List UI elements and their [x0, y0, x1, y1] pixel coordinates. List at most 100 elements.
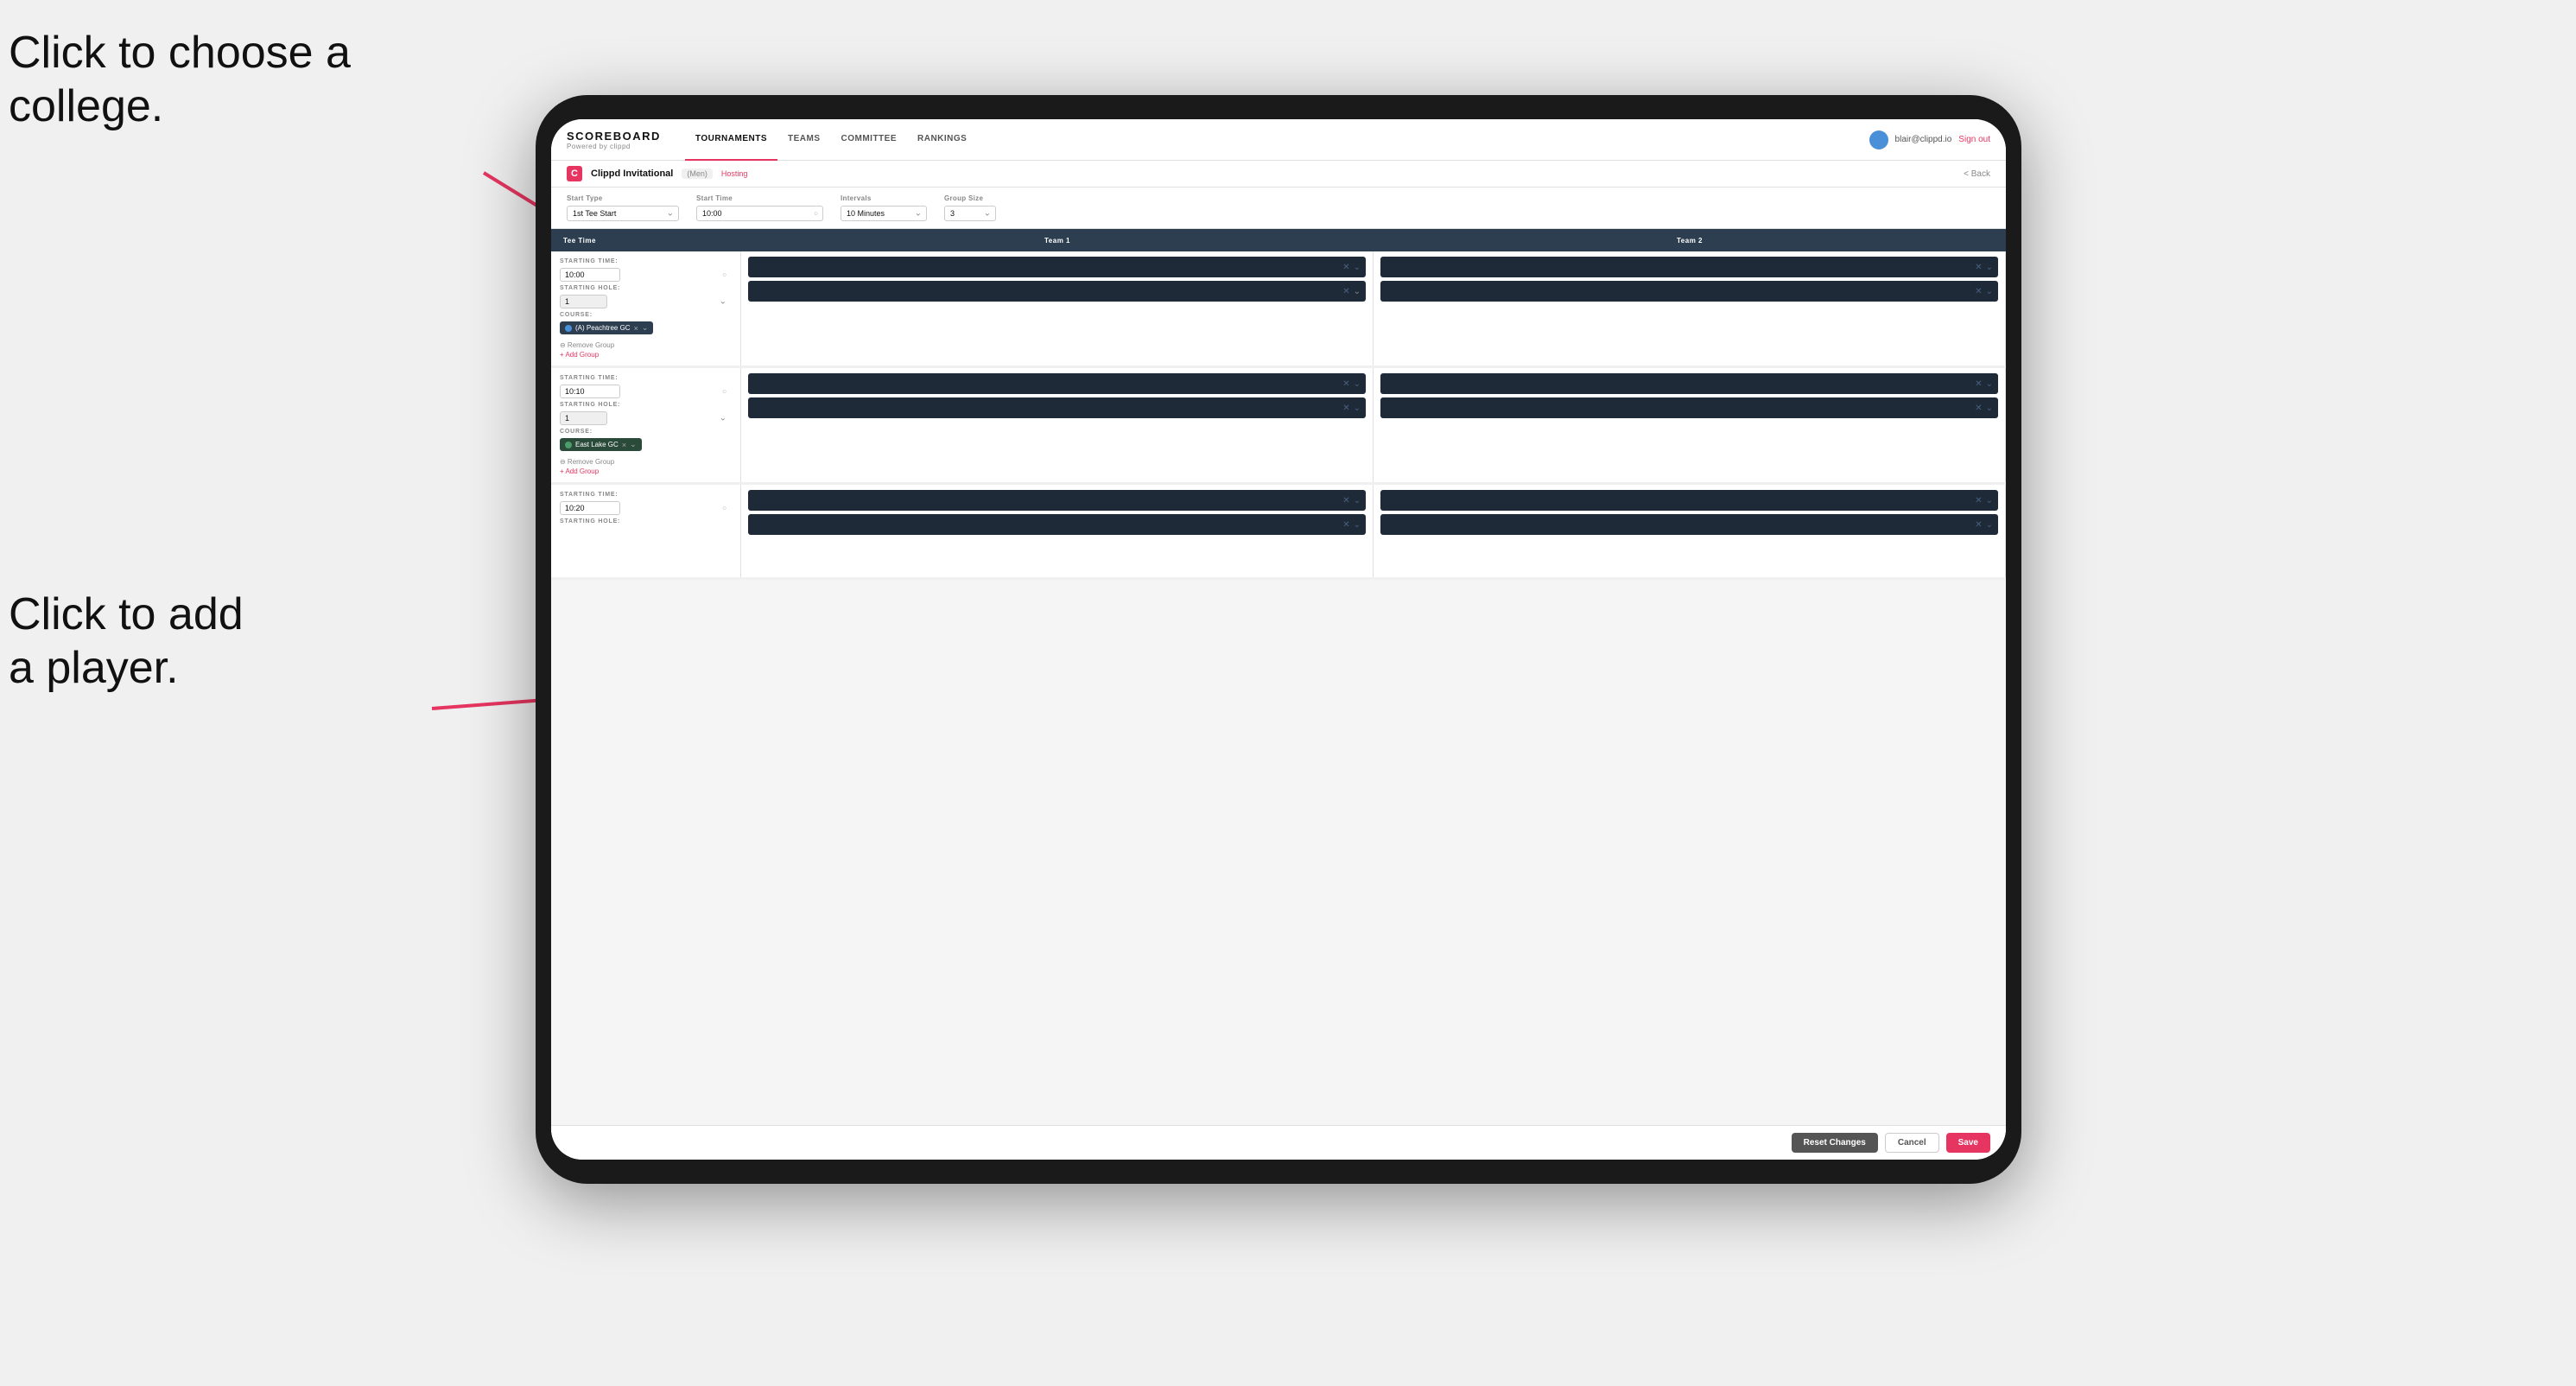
slot-expand-icon-4-1[interactable]: ⌄	[1986, 379, 1993, 389]
player-slot-3-1[interactable]: ✕ ⌄	[748, 373, 1366, 394]
tournament-badge: (Men)	[682, 168, 713, 179]
content-area: Start Type 1st Tee Start Start Time Inte…	[551, 188, 2006, 1160]
team2-col-1: ✕ ⌄ ✕ ⌄	[1374, 251, 2006, 366]
course-tag-2-row: East Lake GC × ⌄	[560, 438, 732, 451]
starting-time-input-3[interactable]	[560, 501, 620, 515]
start-time-input[interactable]	[696, 206, 823, 221]
sub-header: C Clippd Invitational (Men) Hosting < Ba…	[551, 161, 2006, 188]
logo-subtitle: Powered by clippd	[567, 143, 661, 150]
reset-button[interactable]: Reset Changes	[1792, 1133, 1878, 1153]
player-slot-5-1[interactable]: ✕ ⌄	[748, 490, 1366, 511]
player-slot-5-2[interactable]: ✕ ⌄	[748, 514, 1366, 535]
back-button[interactable]: < Back	[1964, 169, 1990, 179]
starting-time-input-1-wrapper	[560, 268, 732, 282]
player-slot-3-2[interactable]: ✕ ⌄	[748, 397, 1366, 418]
intervals-group: Intervals 10 Minutes	[841, 194, 927, 221]
start-type-select-wrapper: 1st Tee Start	[567, 205, 679, 221]
start-type-group: Start Type 1st Tee Start	[567, 194, 679, 221]
remove-group-2[interactable]: ⊖ Remove Group	[560, 458, 732, 466]
slot-x-icon-5-1[interactable]: ✕	[1342, 496, 1349, 505]
starting-hole-select-2-wrapper: 1	[560, 411, 732, 425]
start-time-input-wrapper	[696, 205, 823, 221]
slot-expand-icon-2-2[interactable]: ⌄	[1986, 287, 1993, 296]
slot-x-icon-4-1[interactable]: ✕	[1975, 379, 1982, 389]
slot-x-icon-2-2[interactable]: ✕	[1975, 287, 1982, 296]
logo-title: SCOREBOARD	[567, 130, 661, 143]
course-tag-2[interactable]: East Lake GC × ⌄	[560, 438, 642, 451]
player-slot-1-2[interactable]: ✕ ⌄	[748, 281, 1366, 302]
starting-time-input-2[interactable]	[560, 385, 620, 398]
footer: Reset Changes Cancel Save	[551, 1125, 2006, 1160]
col-team1: Team 1	[741, 237, 1374, 245]
slot-x-icon-6-1[interactable]: ✕	[1975, 496, 1982, 505]
slot-expand-icon-3-2[interactable]: ⌄	[1354, 404, 1361, 413]
team1-col-2: ✕ ⌄ ✕ ⌄	[741, 368, 1374, 482]
slot-expand-icon-5-1[interactable]: ⌄	[1354, 496, 1361, 505]
slot-x-icon-6-2[interactable]: ✕	[1975, 520, 1982, 530]
intervals-select[interactable]: 10 Minutes	[841, 206, 927, 221]
sign-out-link[interactable]: Sign out	[1958, 135, 1990, 144]
group-size-select-wrapper: 3	[944, 205, 996, 221]
course-expand-2[interactable]: ⌄	[630, 440, 637, 449]
add-group-1[interactable]: + Add Group	[560, 351, 732, 359]
slot-expand-icon-2-1[interactable]: ⌄	[1986, 263, 1993, 272]
slot-expand-icon-4-2[interactable]: ⌄	[1986, 404, 1993, 413]
slot-x-icon-4-2[interactable]: ✕	[1975, 404, 1982, 413]
start-type-select[interactable]: 1st Tee Start	[567, 206, 679, 221]
player-slot-6-2[interactable]: ✕ ⌄	[1380, 514, 1998, 535]
slot-x-icon-1-1[interactable]: ✕	[1342, 263, 1349, 272]
player-slot-2-2[interactable]: ✕ ⌄	[1380, 281, 1998, 302]
slot-x-icon-3-1[interactable]: ✕	[1342, 379, 1349, 389]
player-slot-4-1[interactable]: ✕ ⌄	[1380, 373, 1998, 394]
group-size-select[interactable]: 3	[944, 206, 996, 221]
nav-link-rankings[interactable]: RANKINGS	[907, 119, 977, 161]
nav-link-tournaments[interactable]: TOURNAMENTS	[685, 119, 777, 161]
intervals-select-wrapper: 10 Minutes	[841, 205, 927, 221]
player-slot-1-1[interactable]: ✕ ⌄	[748, 257, 1366, 277]
group-size-label: Group Size	[944, 194, 996, 202]
table-header: Tee Time Team 1 Team 2	[551, 229, 2006, 251]
tee-left-1: STARTING TIME: STARTING HOLE: 1 COURSE:	[551, 251, 741, 366]
slot-x-icon-2-1[interactable]: ✕	[1975, 263, 1982, 272]
col-tee-time: Tee Time	[551, 237, 741, 245]
tablet-frame: SCOREBOARD Powered by clippd TOURNAMENTS…	[536, 95, 2021, 1184]
slot-expand-icon-3-1[interactable]: ⌄	[1354, 379, 1361, 389]
team2-col-2: ✕ ⌄ ✕ ⌄	[1374, 368, 2006, 482]
save-button[interactable]: Save	[1946, 1133, 1990, 1153]
starting-hole-select-2[interactable]: 1	[560, 411, 607, 425]
team2-col-3: ✕ ⌄ ✕ ⌄	[1374, 485, 2006, 577]
add-group-2[interactable]: + Add Group	[560, 467, 732, 475]
user-avatar	[1869, 130, 1888, 149]
cancel-button[interactable]: Cancel	[1885, 1133, 1939, 1153]
slot-expand-icon-5-2[interactable]: ⌄	[1354, 520, 1361, 530]
course-name-2: East Lake GC	[575, 441, 619, 448]
slot-x-icon-5-2[interactable]: ✕	[1342, 520, 1349, 530]
starting-hole-select-1[interactable]: 1	[560, 295, 607, 308]
player-slot-6-1[interactable]: ✕ ⌄	[1380, 490, 1998, 511]
remove-group-1[interactable]: ⊖ Remove Group	[560, 341, 732, 349]
starting-time-label-1: STARTING TIME:	[560, 258, 732, 264]
form-row: Start Type 1st Tee Start Start Time Inte…	[551, 188, 2006, 229]
slot-expand-icon-6-1[interactable]: ⌄	[1986, 496, 1993, 505]
nav-link-teams[interactable]: TEAMS	[777, 119, 831, 161]
course-remove-2[interactable]: ×	[622, 441, 626, 449]
tee-row-3: STARTING TIME: STARTING HOLE: ✕ ⌄ ✕	[551, 485, 2006, 580]
player-slot-2-1[interactable]: ✕ ⌄	[1380, 257, 1998, 277]
nav-link-committee[interactable]: COMMITTEE	[831, 119, 908, 161]
team1-col-3: ✕ ⌄ ✕ ⌄	[741, 485, 1374, 577]
slot-expand-icon-1-1[interactable]: ⌄	[1354, 263, 1361, 272]
player-slot-4-2[interactable]: ✕ ⌄	[1380, 397, 1998, 418]
col-team2: Team 2	[1374, 237, 2006, 245]
starting-time-input-1[interactable]	[560, 268, 620, 282]
nav-bar: SCOREBOARD Powered by clippd TOURNAMENTS…	[551, 119, 2006, 161]
slot-expand-icon-6-2[interactable]: ⌄	[1986, 520, 1993, 530]
course-name-1: (A) Peachtree GC	[575, 324, 631, 332]
slot-x-icon-1-2[interactable]: ✕	[1342, 287, 1349, 296]
course-remove-1[interactable]: ×	[634, 324, 638, 333]
annotation-2: Click to add a player.	[9, 588, 244, 696]
course-tag-1[interactable]: (A) Peachtree GC × ⌄	[560, 321, 653, 334]
course-expand-1[interactable]: ⌄	[642, 323, 649, 333]
slot-add-icon-1-2[interactable]: ⌄	[1354, 287, 1361, 296]
slot-x-icon-3-2[interactable]: ✕	[1342, 404, 1349, 413]
start-type-label: Start Type	[567, 194, 679, 202]
